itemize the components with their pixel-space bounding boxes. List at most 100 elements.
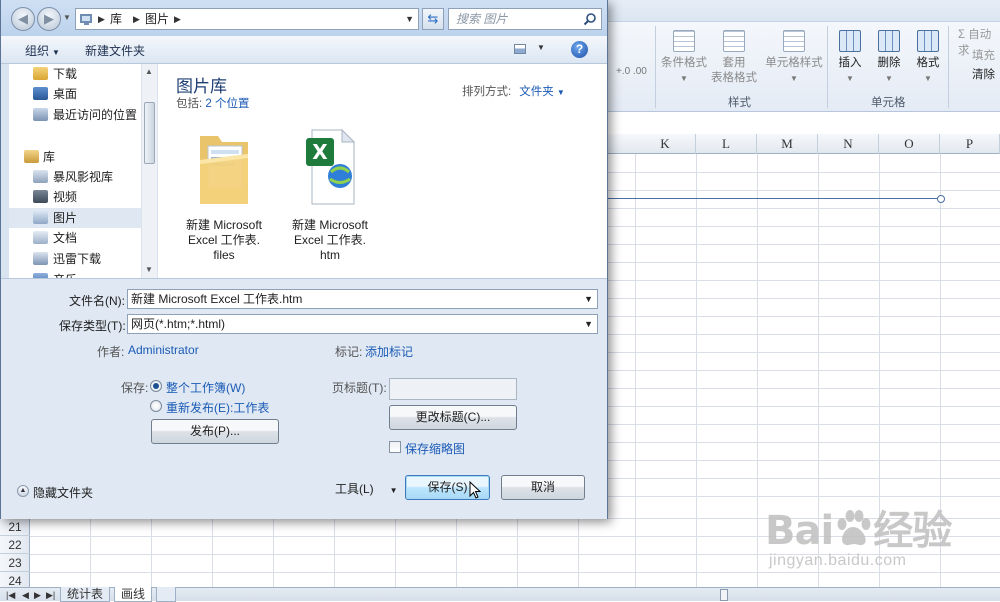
nav-item-thunder-downloads[interactable]: 迅雷下载 — [9, 249, 149, 269]
horizontal-scroll-split[interactable] — [720, 589, 728, 601]
file-item[interactable]: X 新建 Microsoft Excel 工作表. htm — [276, 124, 384, 263]
new-folder-button[interactable]: 新建文件夹 — [85, 42, 145, 59]
cell-style-button[interactable]: 单元格样式 ▼ — [762, 30, 826, 86]
ribbon-tab-strip — [600, 0, 1000, 22]
number-format-buttons[interactable]: +.0 .00 — [616, 66, 647, 77]
hide-folders-button[interactable]: 隐藏文件夹 — [33, 484, 93, 501]
locations-link[interactable]: 2 个位置 — [205, 98, 249, 110]
excel-html-file-icon: X — [300, 124, 360, 212]
sheet-tab-bar: |◀ ◀ ▶ ▶| 统计表 画线 — [0, 587, 1000, 602]
back-button[interactable]: ◀ — [11, 7, 35, 31]
clear-button[interactable]: 清除 — [972, 66, 995, 82]
next-sheet-icon[interactable]: ▶ — [34, 588, 41, 602]
nav-item-videos[interactable]: 视频 — [9, 187, 149, 207]
first-sheet-icon[interactable]: |◀ — [6, 588, 15, 602]
row-header[interactable]: 23 — [0, 554, 30, 572]
organize-button[interactable]: 组织 ▼ — [25, 42, 60, 59]
nav-item-music[interactable]: 音乐 — [9, 270, 149, 278]
tags-label: 标记: — [335, 345, 363, 359]
refresh-button[interactable]: ⇆ — [422, 8, 444, 30]
file-item[interactable]: 新建 Microsoft Excel 工作表. files — [170, 124, 278, 263]
collapse-chevron-icon[interactable]: ▲ — [17, 485, 29, 497]
recent-locations-dropdown-icon[interactable]: ▼ — [63, 13, 71, 22]
column-header[interactable]: M — [757, 134, 818, 154]
column-header[interactable]: P — [940, 134, 1000, 154]
row-header[interactable]: 22 — [0, 536, 30, 554]
republish-label[interactable]: 重新发布(E):工作表 — [166, 399, 269, 416]
column-header[interactable]: N — [818, 134, 879, 154]
prev-sheet-icon[interactable]: ◀ — [22, 588, 29, 602]
delete-button[interactable]: 删除 ▼ — [872, 30, 906, 86]
line-resize-handle[interactable] — [937, 195, 945, 203]
view-options-dropdown-icon[interactable]: ▼ — [537, 43, 545, 52]
publish-button[interactable]: 发布(P)... — [151, 419, 279, 444]
breadcrumb-separator-icon[interactable]: ▶ — [174, 9, 181, 29]
save-type-select[interactable]: 网页(*.htm;*.html) ▼ — [127, 314, 598, 334]
scroll-up-icon[interactable]: ▲ — [145, 67, 153, 76]
address-dropdown-icon[interactable]: ▼ — [405, 9, 414, 29]
sheet-tab[interactable]: 统计表 — [60, 587, 111, 602]
add-tags-link[interactable]: 添加标记 — [365, 343, 413, 360]
nav-item-libraries[interactable]: 库 — [9, 147, 149, 167]
conditional-format-button[interactable]: 条件格式 ▼ — [658, 30, 710, 86]
watermark-brand-cn: 经验 — [873, 508, 952, 554]
dropdown-icon: ▼ — [885, 74, 893, 83]
dropdown-icon[interactable]: ▼ — [584, 315, 593, 333]
cancel-button[interactable]: 取消 — [501, 475, 585, 500]
last-sheet-icon[interactable]: ▶| — [46, 588, 55, 602]
baidu-watermark: Bai 经验 jingyan.baidu.com — [765, 498, 995, 588]
save-thumbnail-checkbox[interactable] — [389, 441, 401, 453]
scroll-down-icon[interactable]: ▼ — [145, 265, 153, 274]
row-header[interactable]: 21 — [0, 518, 30, 536]
navigation-pane: 下载 桌面 最近访问的位置 库 暴风影视库 视频 图片 文档 迅雷下载 音乐 — [9, 64, 157, 278]
change-title-button[interactable]: 更改标题(C)... — [389, 405, 517, 430]
file-list-pane: 图片库 包括: 2 个位置 排列方式: 文件夹 ▼ 新建 Microsoft Ex… — [158, 64, 607, 278]
address-bar[interactable]: ▶ 库 ▶ 图片 ▶ ▼ — [75, 8, 419, 30]
forward-button[interactable]: ▶ — [37, 7, 61, 31]
help-icon[interactable]: ? — [571, 41, 588, 58]
breadcrumb-separator-icon[interactable]: ▶ — [133, 9, 140, 29]
column-header[interactable]: K — [635, 134, 696, 154]
scrollbar-thumb[interactable] — [144, 102, 155, 164]
nav-item-recent-places[interactable]: 最近访问的位置 — [9, 105, 149, 125]
breadcrumb-library[interactable]: 库 — [110, 9, 122, 29]
insert-button[interactable]: 插入 ▼ — [833, 30, 867, 86]
filename-input[interactable]: 新建 Microsoft Excel 工作表.htm ▼ — [127, 289, 598, 309]
drawn-line-shape[interactable] — [607, 198, 941, 199]
whole-workbook-label[interactable]: 整个工作簿(W) — [166, 379, 245, 396]
mouse-cursor-icon — [469, 481, 481, 499]
insert-sheet-icon[interactable] — [156, 587, 176, 602]
dropdown-icon: ▼ — [389, 486, 398, 495]
nav-item-documents[interactable]: 文档 — [9, 228, 149, 248]
column-header[interactable]: O — [879, 134, 940, 154]
radio-whole-workbook[interactable] — [150, 380, 162, 392]
author-value[interactable]: Administrator — [128, 343, 199, 357]
breadcrumb-pictures[interactable]: 图片 — [145, 9, 169, 29]
save-scope-label: 保存: — [121, 381, 149, 395]
search-input[interactable]: 搜索 图片 — [448, 8, 602, 30]
radio-republish[interactable] — [150, 400, 162, 412]
search-icon — [583, 13, 596, 26]
nav-item-desktop[interactable]: 桌面 — [9, 84, 149, 104]
ribbon: +.0 .00 条件格式 ▼ 套用 表格格式 单元格样式 ▼ 样式 插入 ▼ 删… — [600, 0, 1000, 112]
table-format-button[interactable]: 套用 表格格式 — [708, 30, 760, 86]
format-button[interactable]: 格式 ▼ — [911, 30, 945, 86]
nav-item-downloads[interactable]: 下载 — [9, 64, 149, 84]
folder-icon — [194, 124, 254, 212]
fill-button[interactable]: 填充 — [972, 47, 995, 63]
library-title: 图片库 — [176, 77, 227, 96]
sheet-tab-active[interactable]: 画线 — [114, 587, 153, 602]
nav-item-pictures[interactable]: 图片 — [9, 208, 149, 228]
save-as-dialog: ◀ ▶ ▼ ▶ 库 ▶ 图片 ▶ ▼ ⇆ 搜索 图片 组织 ▼ 新建文件夹 ▼ ?… — [0, 0, 608, 519]
tools-menu-button[interactable]: 工具(L) ▼ — [335, 480, 398, 497]
arrange-by-dropdown[interactable]: 文件夹 ▼ — [519, 86, 565, 98]
dropdown-icon: ▼ — [556, 88, 565, 97]
dropdown-icon[interactable]: ▼ — [584, 290, 593, 308]
change-view-icon[interactable] — [514, 44, 526, 54]
nav-pane-scrollbar[interactable]: ▲ ▼ — [141, 64, 157, 278]
nav-item-video-library[interactable]: 暴风影视库 — [9, 167, 149, 187]
save-thumbnail-label[interactable]: 保存缩略图 — [405, 440, 465, 457]
breadcrumb-separator-icon[interactable]: ▶ — [98, 9, 105, 29]
download-folder-icon — [33, 67, 48, 80]
column-header[interactable]: L — [696, 134, 757, 154]
